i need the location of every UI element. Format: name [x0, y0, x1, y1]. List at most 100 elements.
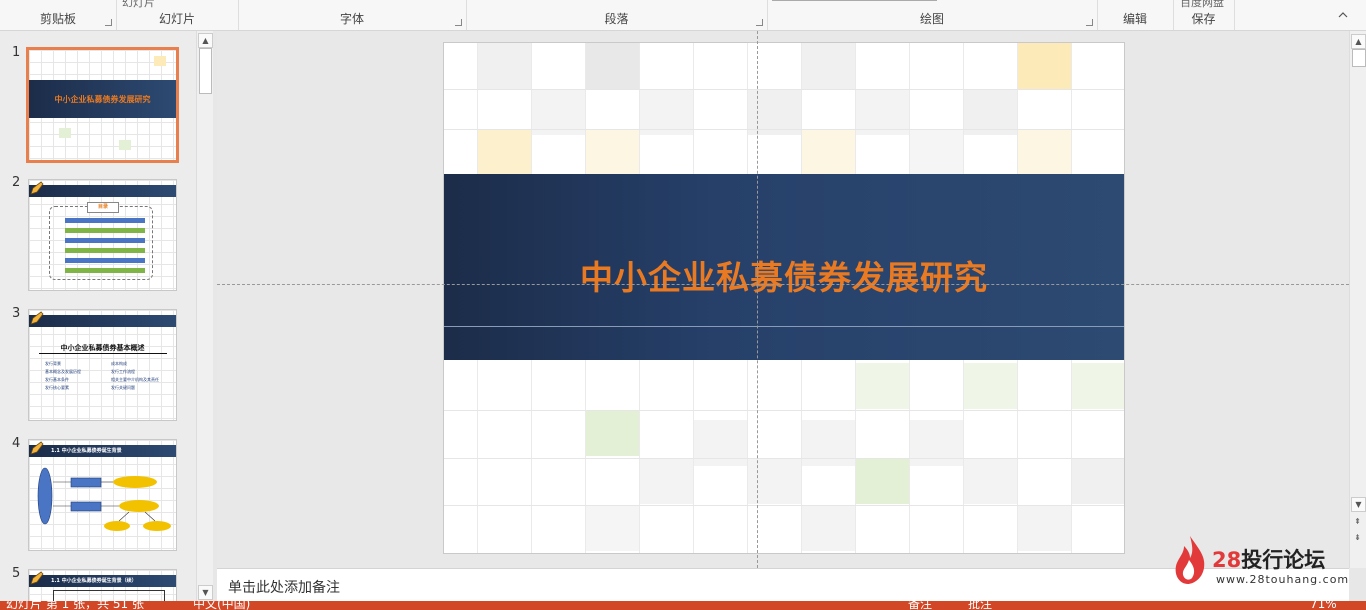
slide-number: 5 [12, 566, 21, 581]
grid-tile [585, 410, 639, 456]
thumb-header-bar [29, 315, 176, 327]
grid-tile [1017, 43, 1071, 89]
watermark-brand: 28投行论坛 [1212, 544, 1325, 574]
list-item: 基本概念及发展历程 [45, 369, 81, 374]
scroll-up-icon[interactable]: ▲ [1351, 34, 1366, 49]
thumb-diagram [37, 467, 171, 531]
slide-thumbnail-4[interactable]: 1.1 中小企业私募债券诞生背景 [28, 439, 177, 551]
zoom-level[interactable]: 71% [1310, 601, 1337, 610]
thumbnail-scrollbar[interactable]: ▲ ▼ [196, 31, 213, 601]
main-slide[interactable]: 中小企业私募债券发展研究 [443, 42, 1125, 554]
scroll-down-icon[interactable]: ▼ [1351, 497, 1366, 512]
grid-tile [963, 458, 1017, 504]
slide-number: 2 [12, 175, 21, 190]
comments-toggle[interactable]: 批注 [968, 601, 992, 610]
scroll-up-icon[interactable]: ▲ [198, 33, 213, 48]
grid-tile [1017, 505, 1071, 551]
thumb-tile [119, 140, 131, 150]
ribbon-group-editing: 编辑 [1097, 0, 1174, 30]
list-item: 发行工作流程 [111, 369, 135, 374]
next-slide-icon[interactable]: ⇟ [1351, 531, 1364, 544]
grid-tile [909, 129, 963, 175]
grid-tile [693, 420, 747, 466]
grid-tile [1071, 458, 1124, 504]
grid-tile [585, 43, 639, 89]
language-indicator[interactable]: 中文(中国) [193, 601, 250, 610]
pencil-logo-icon [30, 311, 44, 325]
band-divider [444, 326, 1124, 327]
group-label: 段落 [604, 12, 629, 26]
dialog-launcher-icon[interactable] [756, 19, 763, 26]
thumb-header-bar: 1.1 中小企业私募债券诞生背景 [29, 445, 176, 457]
thumb-title: 1.1 中小企业私募债券诞生背景 [51, 448, 122, 454]
slide-number: 1 [12, 45, 21, 60]
slide-editing-area[interactable]: 中小企业私募债券发展研究 [217, 31, 1349, 568]
group-label: 剪贴板 [39, 12, 76, 26]
slide-thumbnail-3[interactable]: 中小企业私募债券基本概述 发行背景 基本概念及发展历程 发行基本条件 发行核心要… [28, 309, 177, 421]
grid-tile [963, 363, 1017, 409]
watermark-text: 投行论坛 [1241, 548, 1326, 572]
grid-tile [639, 458, 693, 504]
list-item: 发行核心要素 [45, 385, 69, 390]
thumb-toc-item [65, 248, 145, 253]
thumb-tile [59, 128, 71, 138]
grid-tile [801, 129, 855, 175]
previous-slide-icon[interactable]: ⇞ [1351, 515, 1364, 528]
slide-number: 3 [12, 306, 21, 321]
ribbon: 幻灯片 百度网盘 剪贴板 幻灯片 字体 段落 绘图 编辑 保存 [0, 0, 1366, 31]
slide-thumbnail-5[interactable]: 1.1 中小企业私募债券诞生背景（续） [28, 569, 177, 601]
horizontal-guide[interactable] [217, 284, 1349, 285]
ribbon-group-paragraph: 段落 [466, 0, 768, 30]
grid-tile [801, 505, 855, 551]
slide-title[interactable]: 中小企业私募债券发展研究 [444, 251, 1124, 299]
vertical-guide[interactable] [757, 31, 758, 568]
scroll-thumb[interactable] [199, 48, 212, 94]
list-item: 发行背景 [45, 361, 61, 366]
watermark-number: 28 [1212, 548, 1242, 572]
grid-tile [909, 420, 963, 466]
grid-tile [855, 458, 909, 504]
thumb-list-left: 发行背景 基本概念及发展历程 发行基本条件 发行核心要素 [45, 360, 81, 392]
thumb-text-box [53, 590, 165, 601]
grid-tile [1071, 363, 1124, 409]
thumb-title: 1.1 中小企业私募债券诞生背景（续） [51, 578, 137, 584]
dialog-launcher-icon[interactable] [1086, 19, 1093, 26]
thumb-toc-item [65, 258, 145, 263]
thumb-title: 中小企业私募债券基本概述 [60, 344, 145, 352]
grid-tile [585, 505, 639, 551]
thumb-toc-item [65, 238, 145, 243]
grid-line [444, 129, 1124, 130]
dialog-launcher-icon[interactable] [455, 19, 462, 26]
pencil-logo-icon [30, 181, 44, 195]
grid-tile [477, 43, 531, 89]
thumb-tile [154, 56, 166, 66]
grid-line [444, 410, 1124, 411]
thumb-rule [39, 353, 167, 354]
thumb-toc-item [65, 268, 145, 273]
notes-placeholder[interactable]: 单击此处添加备注 [228, 577, 340, 597]
group-label: 绘图 [919, 12, 944, 26]
list-item: 相关主要中介机构及其责任 [111, 377, 159, 382]
slide-thumbnail-1[interactable]: 中小企业私募债券发展研究 [26, 47, 179, 163]
slide-thumbnail-2[interactable]: 目录 [28, 179, 177, 291]
collapse-ribbon-icon[interactable] [1338, 12, 1348, 18]
notes-toggle[interactable]: 备注 [908, 601, 932, 610]
editor-scrollbar[interactable]: ▲ ▼ ⇞ ⇟ [1349, 31, 1366, 568]
dialog-launcher-icon[interactable] [105, 19, 112, 26]
grid-tile [477, 129, 531, 175]
ribbon-group-drawing: 绘图 [767, 0, 1098, 30]
list-item: 成本构成 [111, 361, 127, 366]
scroll-down-icon[interactable]: ▼ [198, 585, 213, 600]
watermark-url: www.28touhang.com [1216, 573, 1350, 586]
grid-tile [585, 129, 639, 175]
grid-line [444, 505, 1124, 506]
grid-tile [801, 43, 855, 89]
group-label: 保存 [1191, 12, 1216, 26]
scroll-thumb[interactable] [1352, 49, 1366, 67]
grid-tile [801, 420, 855, 466]
thumb-toc-item [65, 228, 145, 233]
list-item: 发行基本条件 [45, 377, 69, 382]
thumb-toc-title: 目录 [87, 202, 119, 213]
ribbon-group-slides: 幻灯片 [116, 0, 239, 30]
grid-tile [747, 458, 801, 504]
